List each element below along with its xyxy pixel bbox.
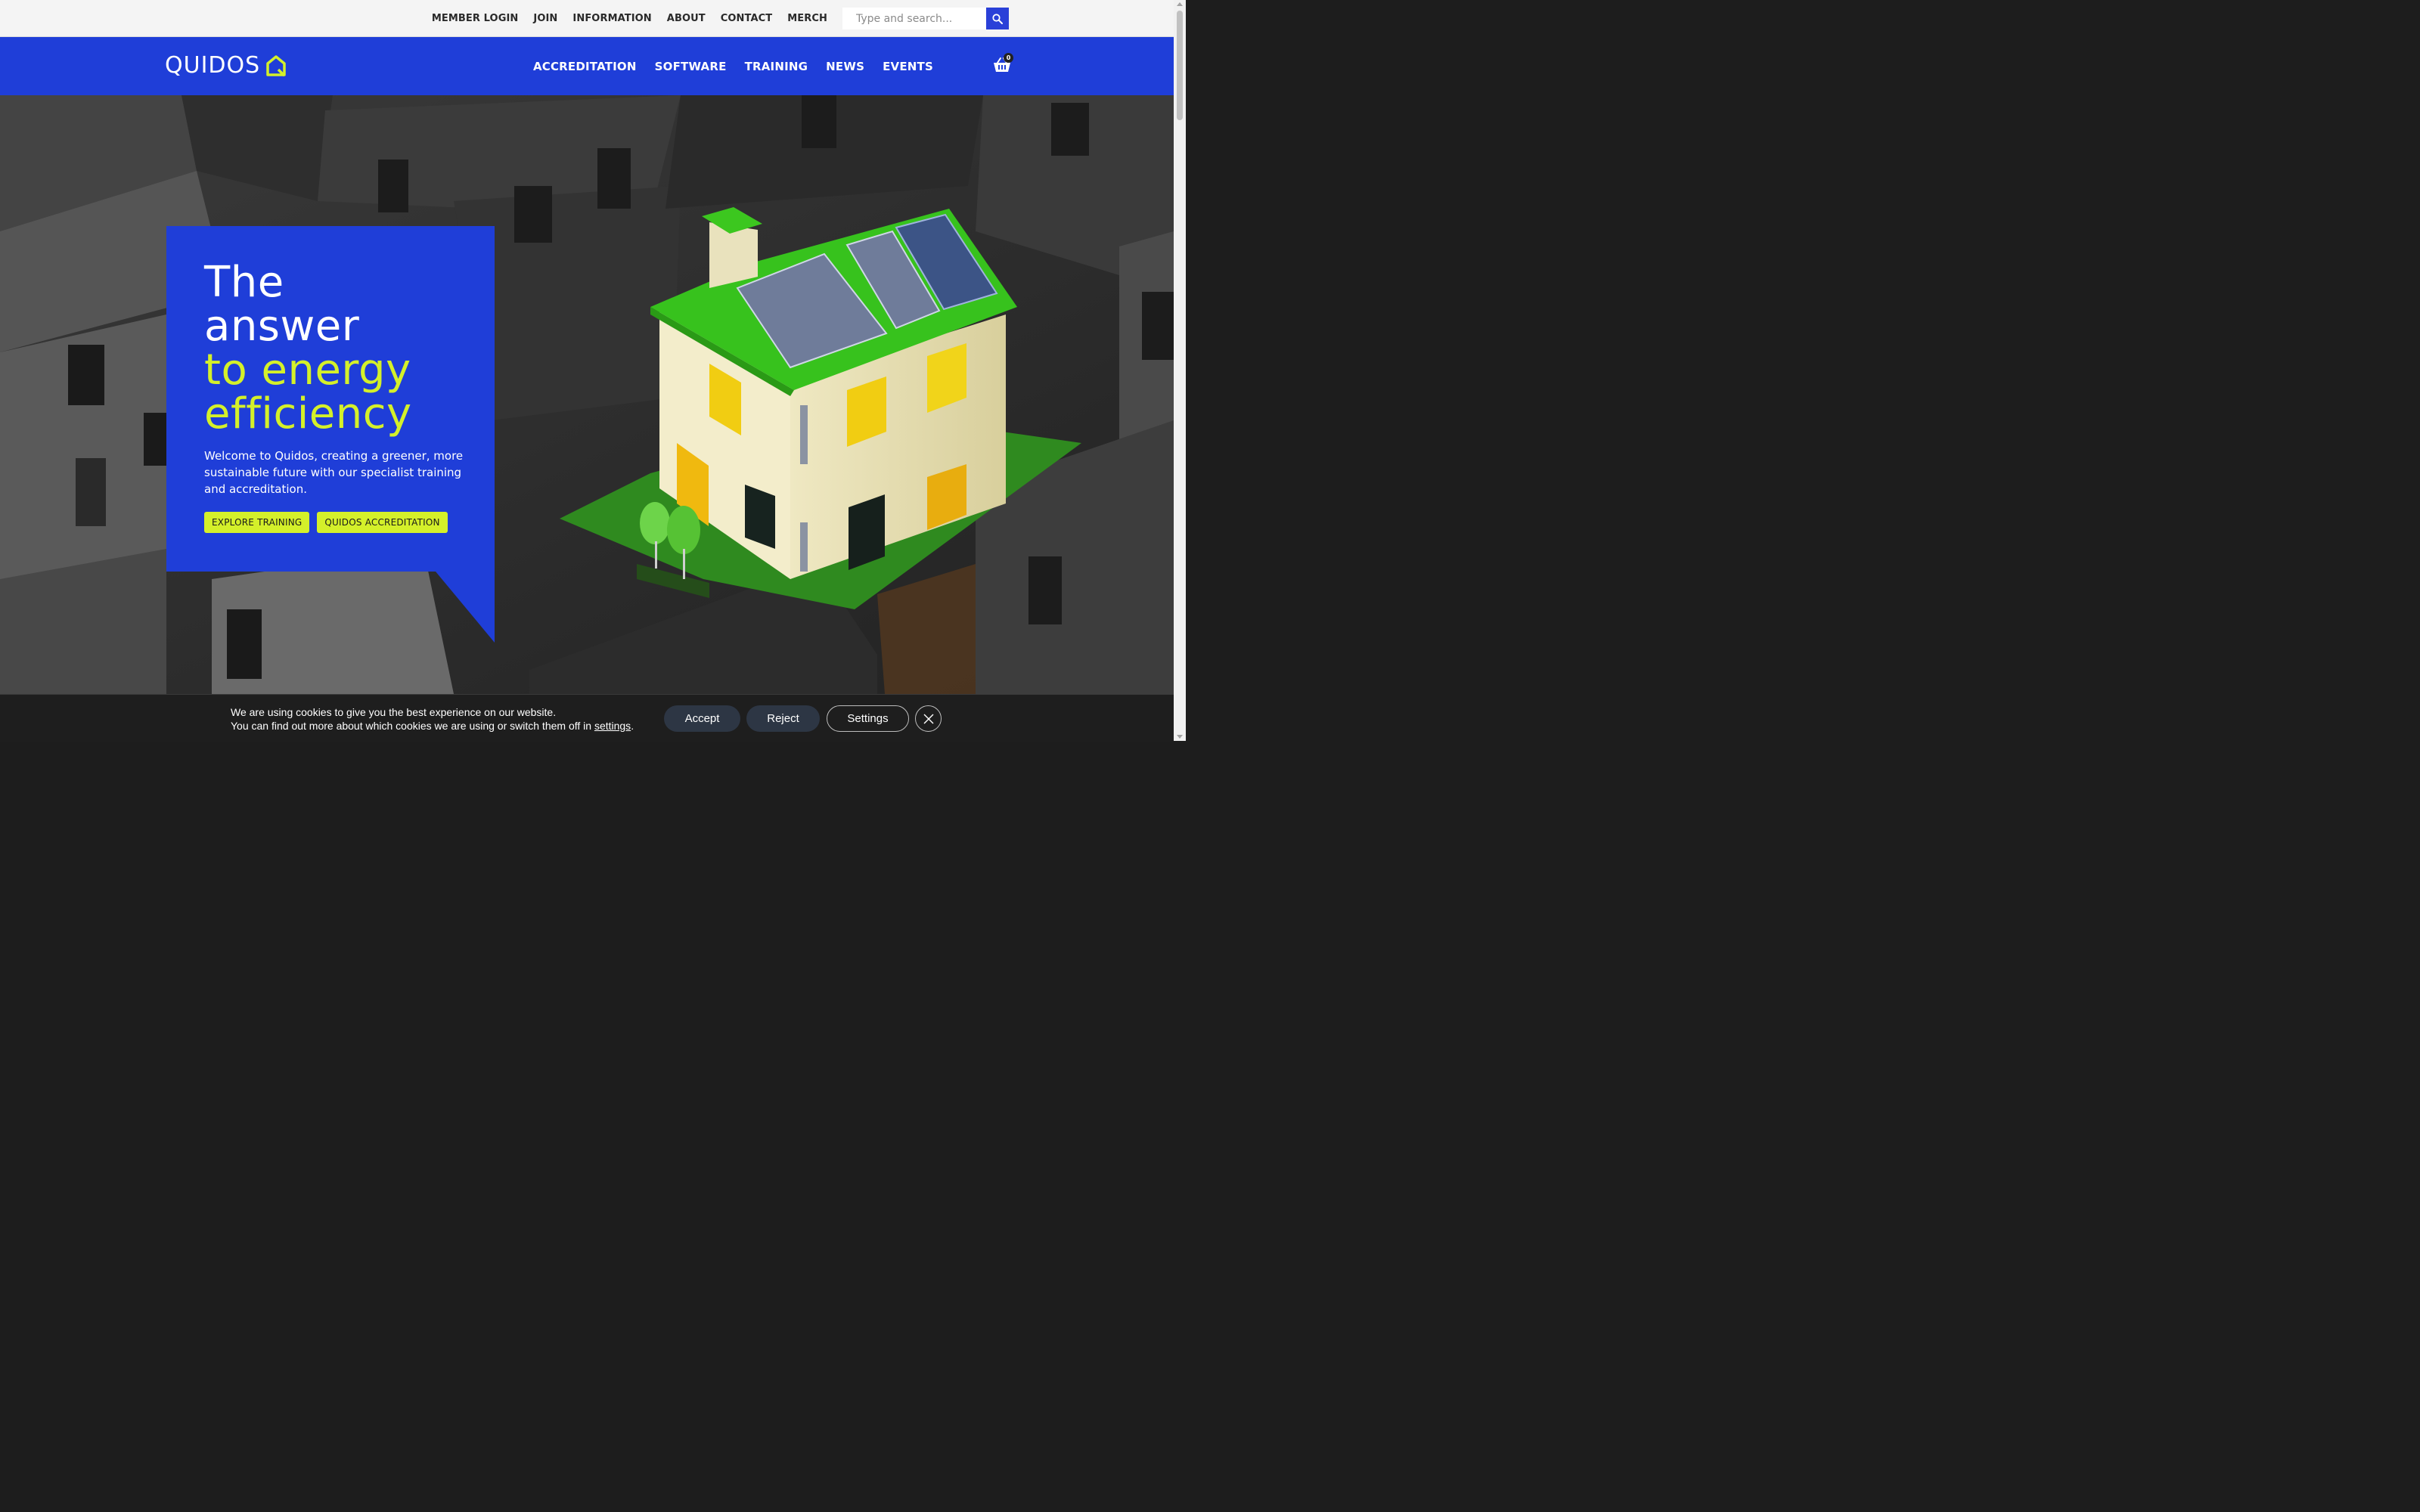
cookie-banner: We are using cookies to give you the bes… (0, 694, 1174, 742)
utility-nav: MEMBER LOGIN JOIN INFORMATION ABOUT CONT… (432, 0, 827, 36)
headline-line-1: The (204, 258, 284, 307)
scroll-thumb[interactable] (1177, 11, 1183, 120)
cookie-close-button[interactable] (915, 705, 942, 732)
nav-information[interactable]: INFORMATION (572, 13, 651, 24)
search-icon (992, 13, 1003, 24)
cart-count-badge: 0 (1004, 53, 1013, 63)
cookie-line-2-text: You can find out more about which cookie… (231, 720, 594, 732)
quidos-accreditation-button[interactable]: QUIDOS ACCREDITATION (317, 512, 448, 533)
nav-software[interactable]: SOFTWARE (655, 60, 727, 73)
nav-training[interactable]: TRAINING (745, 60, 808, 73)
headline-line-3: to energy (204, 345, 411, 395)
main-header: QUIDOS ACCREDITATION SOFTWARE TRAINING N… (0, 37, 1174, 95)
logo-text: QUIDOS (165, 52, 261, 79)
cookie-reject-button[interactable]: Reject (746, 705, 820, 732)
nav-merch[interactable]: MERCH (787, 13, 827, 24)
top-utility-bar: MEMBER LOGIN JOIN INFORMATION ABOUT CONT… (0, 0, 1174, 37)
nav-accreditation[interactable]: ACCREDITATION (533, 60, 637, 73)
nav-join[interactable]: JOIN (533, 13, 557, 24)
close-icon (923, 714, 933, 723)
cookie-message: We are using cookies to give you the bes… (231, 705, 634, 733)
nav-contact[interactable]: CONTACT (721, 13, 773, 24)
scroll-up-arrow-icon[interactable] (1177, 2, 1183, 6)
house-logo-icon (266, 54, 286, 76)
cookie-accept-button[interactable]: Accept (664, 705, 740, 732)
cookie-line-2-suffix: . (631, 720, 634, 732)
search-box (842, 8, 1009, 29)
nav-member-login[interactable]: MEMBER LOGIN (432, 13, 519, 24)
primary-nav: ACCREDITATION SOFTWARE TRAINING NEWS EVE… (533, 37, 933, 95)
nav-about[interactable]: ABOUT (667, 13, 706, 24)
page-scrollbar[interactable] (1174, 0, 1186, 741)
scroll-down-arrow-icon[interactable] (1177, 735, 1183, 739)
hero-buttons: EXPLORE TRAINING QUIDOS ACCREDITATION (204, 512, 448, 533)
hero-description: Welcome to Quidos, creating a greener, m… (204, 449, 464, 496)
explore-training-button[interactable]: EXPLORE TRAINING (204, 512, 310, 533)
hero-headline: The answer to energy efficiency (204, 261, 412, 436)
nav-news[interactable]: NEWS (826, 60, 864, 73)
headline-line-4: efficiency (204, 389, 412, 438)
cookie-line-1: We are using cookies to give you the bes… (231, 706, 557, 718)
hero-card: The answer to energy efficiency Welcome … (166, 226, 495, 572)
search-button[interactable] (986, 8, 1009, 29)
hero-section: The answer to energy efficiency Welcome … (0, 95, 1174, 694)
site-logo[interactable]: QUIDOS (165, 52, 287, 79)
cookie-settings-link[interactable]: settings (594, 720, 631, 732)
cookie-settings-button[interactable]: Settings (827, 705, 909, 732)
search-input[interactable] (842, 8, 986, 29)
headline-line-2: answer (204, 302, 360, 351)
nav-events[interactable]: EVENTS (883, 60, 933, 73)
speech-tail (436, 572, 495, 643)
cookie-line-2: You can find out more about which cookie… (231, 719, 634, 733)
cart-button[interactable]: 0 (993, 53, 1013, 76)
